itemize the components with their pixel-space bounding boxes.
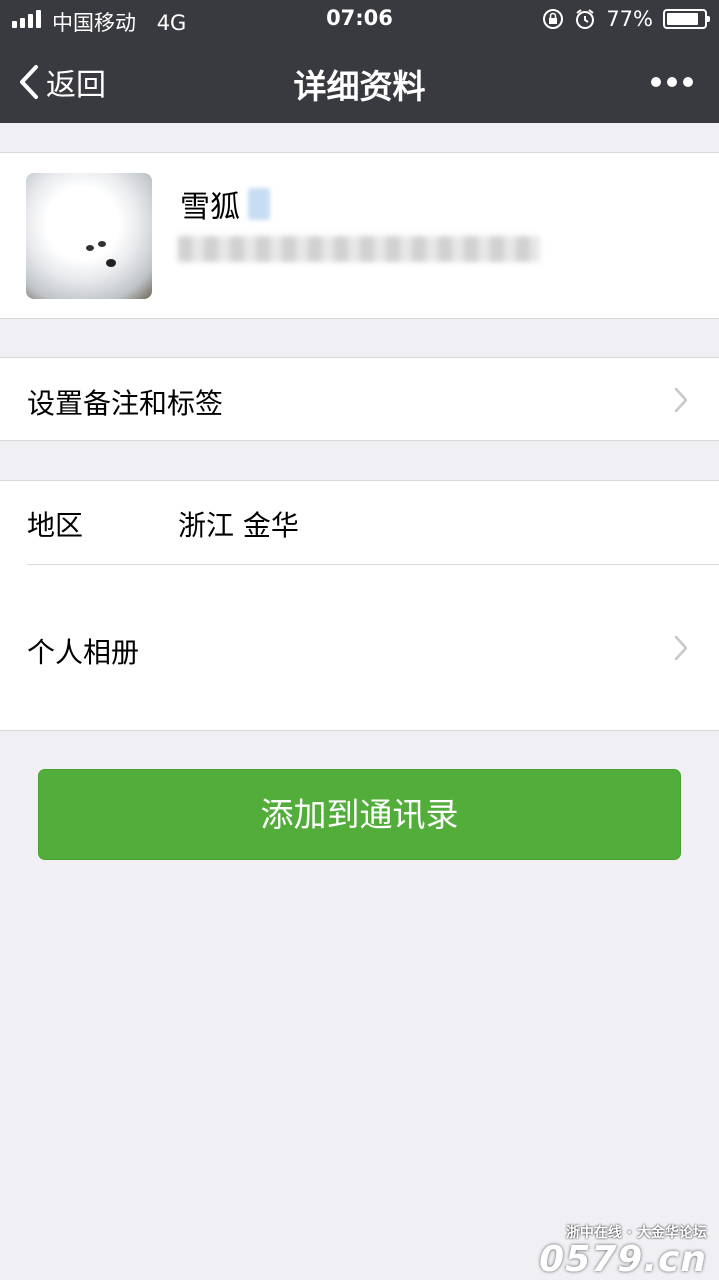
battery-icon (663, 9, 710, 29)
status-bar: 中国移动 4G 07:06 77% (0, 0, 719, 40)
page-title: 详细资料 (293, 67, 426, 106)
chevron-right-icon (674, 387, 688, 413)
battery-percent: 77% (606, 7, 653, 31)
more-options-button[interactable] (651, 77, 693, 87)
more-dots-icon (651, 77, 661, 87)
watermark-site: 0579.cn (539, 1239, 707, 1280)
top-bar: 中国移动 4G 07:06 77% 返回 详细资料 (0, 0, 719, 123)
profile-name: 雪狐 (180, 190, 240, 225)
rotation-lock-icon (543, 9, 564, 29)
set-remark-row[interactable]: 设置备注和标签 (0, 357, 719, 441)
status-right: 77% (542, 7, 710, 31)
blurred-wechat-id (178, 236, 540, 262)
album-row[interactable]: 个人相册 (0, 565, 719, 731)
chevron-right-icon (674, 635, 688, 661)
avatar[interactable] (26, 173, 152, 299)
navigation-bar: 返回 详细资料 (0, 40, 719, 123)
info-card: 地区 浙江 金华 个人相册 (0, 480, 719, 731)
album-label: 个人相册 (27, 636, 140, 669)
blurred-badge (248, 188, 270, 220)
region-label: 地区 (27, 509, 84, 542)
set-remark-label: 设置备注和标签 (27, 387, 224, 420)
region-value: 浙江 金华 (178, 509, 299, 542)
watermark: 浙中在线 · 大金华论坛 0579.cn (539, 1222, 707, 1278)
add-to-contacts-button[interactable]: 添加到通讯录 (38, 769, 681, 860)
alarm-icon (576, 9, 595, 29)
